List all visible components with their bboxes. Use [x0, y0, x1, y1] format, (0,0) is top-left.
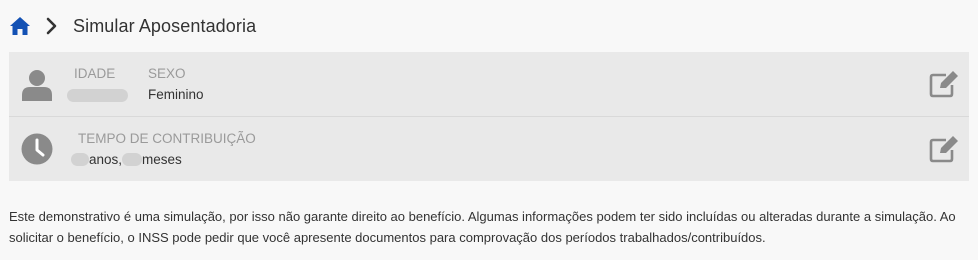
age-label: IDADE	[74, 66, 116, 81]
home-icon[interactable]	[9, 15, 31, 37]
masked-months	[122, 153, 143, 166]
page-title: Simular Aposentadoria	[73, 15, 257, 36]
chevron-right-icon	[46, 15, 60, 37]
disclaimer-text: Este demonstrativo é uma simulação, por …	[9, 209, 956, 245]
clock-icon	[21, 133, 53, 167]
age-value	[67, 88, 128, 103]
person-icon	[21, 68, 53, 102]
contribution-value: anos, meses	[71, 152, 182, 167]
months-unit: meses	[142, 152, 182, 167]
sex-value: Feminino	[148, 87, 204, 102]
years-unit: anos,	[89, 152, 123, 167]
edit-icon[interactable]	[929, 70, 959, 98]
profile-card: IDADE SEXO Feminino	[9, 52, 969, 116]
contribution-label: TEMPO DE CONTRIBUIÇÃO	[78, 131, 256, 146]
masked-years	[71, 153, 89, 166]
contribution-card: TEMPO DE CONTRIBUIÇÃO anos, meses	[9, 117, 969, 181]
sex-label: SEXO	[148, 66, 186, 81]
edit-icon[interactable]	[929, 135, 959, 163]
breadcrumb: Simular Aposentadoria	[9, 12, 256, 40]
masked-age	[67, 89, 128, 102]
